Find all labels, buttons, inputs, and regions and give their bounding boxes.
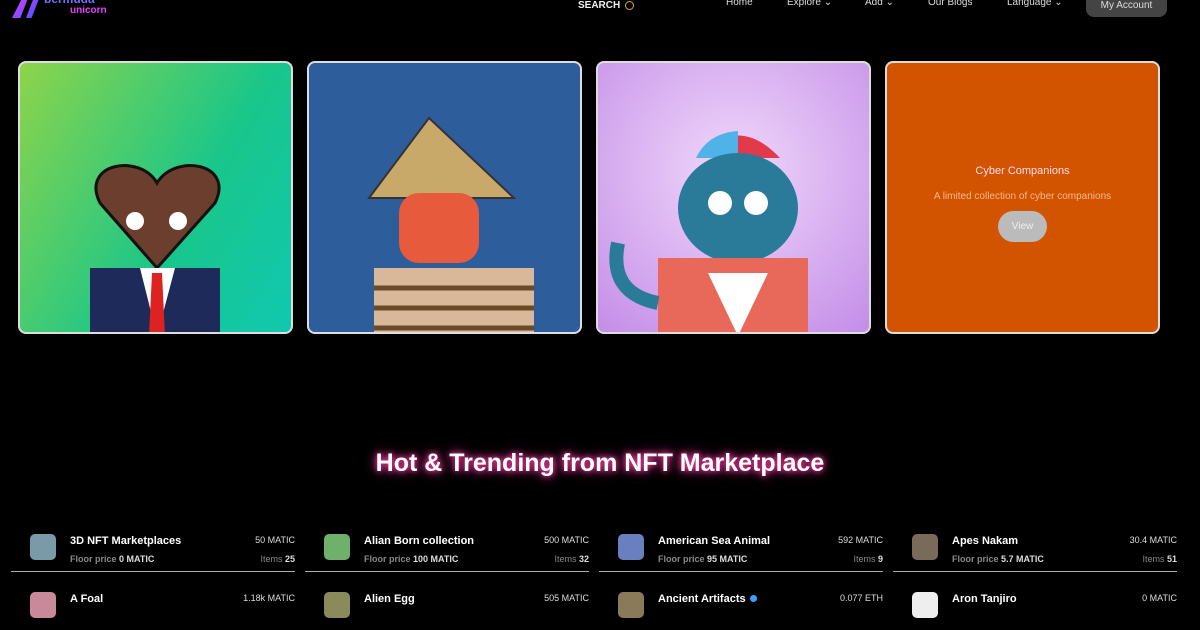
items-label: Items: [1142, 554, 1165, 564]
collection-thumbnail: [30, 592, 56, 618]
search-icon: [625, 0, 635, 10]
item-count: Items 9: [853, 554, 883, 564]
nav-explore[interactable]: Explore ⌄: [787, 0, 832, 8]
chevron-down-icon: ⌄: [885, 0, 894, 8]
divider: [11, 571, 295, 572]
search-button[interactable]: SEARCH: [578, 0, 635, 12]
nft-llama-image: [367, 116, 534, 332]
collection-name-text: Aron Tanjiro: [952, 593, 1017, 605]
items-label: Items: [260, 554, 283, 564]
collection-name-text: Apes Nakam: [952, 535, 1019, 547]
view-button[interactable]: View: [998, 211, 1047, 242]
collection-thumbnail: [618, 534, 644, 560]
floor-price: Floor price 5.7 MATIC: [952, 554, 1044, 564]
collection-price: 592 MATIC: [838, 535, 883, 545]
collection-name: Alian Born collection: [364, 535, 474, 547]
card-description: A limited collection of cyber companions: [933, 191, 1112, 202]
collection-price: 505 MATIC: [544, 593, 589, 603]
items-value: 51: [1166, 554, 1177, 564]
floor-label: Floor price: [658, 554, 705, 564]
nft-cat-image: [609, 131, 808, 332]
floor-value: 5.7 MATIC: [1001, 554, 1044, 564]
verified-icon: [749, 595, 757, 602]
collection-thumbnail: [912, 534, 938, 560]
logo-mark-icon: [12, 0, 40, 18]
collection-name-text: 3D NFT Marketplaces: [70, 535, 182, 547]
collection-thumbnail: [324, 592, 350, 618]
collection-name: Alien Egg: [364, 593, 415, 605]
items-value: 9: [877, 554, 883, 564]
collection-item[interactable]: American Sea Animal 592 MATIC Floor price…: [599, 530, 883, 572]
floor-value: 100 MATIC: [413, 554, 459, 564]
collection-item[interactable]: 3D NFT Marketplaces 50 MATIC Floor price …: [11, 530, 295, 572]
top-nav: bermudaunicorn SEARCH Home Explore ⌄ Add…: [0, 0, 1200, 22]
collection-name: Apes Nakam: [952, 535, 1018, 547]
logo-subtext: unicorn: [70, 5, 107, 16]
chevron-down-icon: ⌄: [1054, 0, 1063, 8]
items-value: 25: [284, 554, 295, 564]
collection-item[interactable]: Ancient Artifacts 0.077 ETH: [599, 588, 883, 630]
collection-thumbnail: [912, 592, 938, 618]
divider: [305, 571, 589, 572]
nav-add[interactable]: Add ⌄: [865, 0, 894, 8]
collection-price: 0.077 ETH: [839, 593, 883, 603]
item-count: Items 25: [260, 554, 295, 564]
collection-name: 3D NFT Marketplaces: [70, 535, 181, 547]
chevron-down-icon: ⌄: [823, 0, 833, 8]
collection-item[interactable]: A Foal 1.18k MATIC: [11, 588, 295, 630]
floor-price: Floor price 100 MATIC: [364, 554, 458, 564]
floor-price: Floor price 95 MATIC: [658, 554, 747, 564]
collection-price: 500 MATIC: [544, 535, 589, 545]
items-value: 32: [578, 554, 589, 564]
logo[interactable]: bermudaunicorn: [12, 0, 122, 20]
nav-home[interactable]: Home: [726, 0, 753, 8]
items-label: Items: [554, 554, 577, 564]
floor-label: Floor price: [70, 554, 117, 564]
featured-nft-card[interactable]: [307, 61, 582, 334]
my-account-button[interactable]: My Account: [1086, 0, 1167, 17]
collection-thumbnail: [618, 592, 644, 618]
collection-price: 1.18k MATIC: [243, 593, 295, 603]
collection-name-text: Ancient Artifacts: [658, 593, 746, 605]
section-title: Hot & Trending from NFT Marketplace: [375, 449, 825, 477]
collection-item[interactable]: Aron Tanjiro 0 MATIC: [893, 588, 1177, 630]
collection-item[interactable]: Apes Nakam 30.4 MATIC Floor price 5.7 MAT…: [893, 530, 1177, 572]
collection-name: Aron Tanjiro: [952, 593, 1017, 605]
items-label: Items: [853, 554, 876, 564]
nav-add-label: Add: [865, 0, 883, 8]
nav-blogs[interactable]: Our Blogs: [928, 0, 972, 8]
collection-thumbnail: [30, 534, 56, 560]
collection-name: A Foal: [70, 593, 103, 605]
divider: [893, 571, 1177, 572]
collection-name-text: American Sea Animal: [658, 535, 771, 547]
collection-name-text: Alian Born collection: [364, 535, 475, 547]
card-title: Cyber Companions: [975, 165, 1070, 177]
nav-language[interactable]: Language ⌄: [1007, 0, 1063, 8]
search-label: SEARCH: [578, 0, 621, 11]
featured-nft-card[interactable]: [596, 61, 871, 334]
item-count: Items 51: [1142, 554, 1177, 564]
collection-name: American Sea Animal: [658, 535, 770, 547]
floor-value: 95 MATIC: [707, 554, 748, 564]
featured-nft-card[interactable]: [18, 61, 293, 334]
divider: [599, 571, 883, 572]
floor-price: Floor price 0 MATIC: [70, 554, 154, 564]
collection-item[interactable]: Alian Born collection 500 MATIC Floor pri…: [305, 530, 589, 572]
item-count: Items 32: [554, 554, 589, 564]
nav-language-label: Language: [1007, 0, 1052, 8]
collection-price: 0 MATIC: [1142, 593, 1177, 603]
collection-thumbnail: [324, 534, 350, 560]
collection-name-text: A Foal: [70, 593, 104, 605]
floor-value: 0 MATIC: [119, 554, 155, 564]
collection-price: 50 MATIC: [255, 535, 295, 545]
collection-item[interactable]: Alien Egg 505 MATIC: [305, 588, 589, 630]
floor-label: Floor price: [952, 554, 999, 564]
nav-explore-label: Explore: [787, 0, 821, 8]
nft-heart-character-image: [90, 164, 221, 332]
floor-label: Floor price: [364, 554, 411, 564]
collection-name: Ancient Artifacts: [658, 593, 757, 605]
collection-name-text: Alien Egg: [364, 593, 415, 605]
featured-collection-card[interactable]: Cyber Companions A limited collection of…: [885, 61, 1160, 334]
collection-price: 30.4 MATIC: [1129, 535, 1177, 545]
